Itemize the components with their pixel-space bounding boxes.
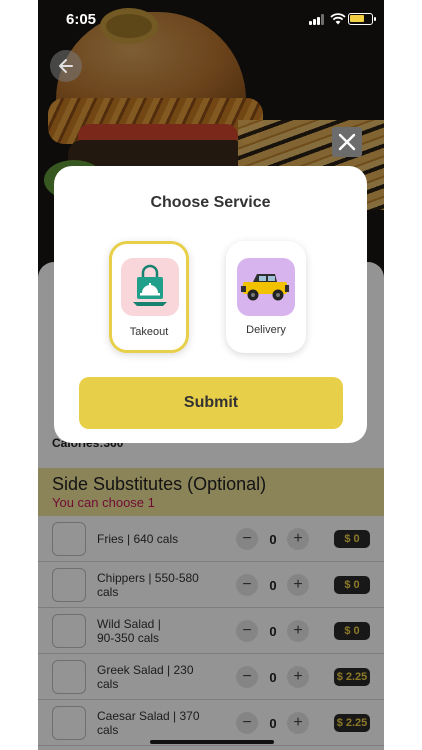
status-time: 6:05 xyxy=(66,11,97,28)
delivery-icon-box xyxy=(237,258,295,316)
signal-icon xyxy=(309,14,325,25)
option-delivery[interactable]: Delivery xyxy=(226,241,306,353)
option-takeout[interactable]: Takeout xyxy=(109,241,189,353)
battery-icon xyxy=(348,13,376,25)
status-bar: 6:05 xyxy=(38,0,384,40)
wifi-icon xyxy=(330,13,346,25)
submit-button[interactable]: Submit xyxy=(79,377,343,429)
takeout-label: Takeout xyxy=(129,326,169,338)
app-screen: Calories:360 Side Substitutes (Optional)… xyxy=(38,0,384,750)
takeout-icon-box xyxy=(121,258,179,316)
close-icon xyxy=(338,133,356,151)
modal-title: Choose Service xyxy=(150,194,271,211)
back-button[interactable] xyxy=(50,50,82,82)
delivery-label: Delivery xyxy=(246,324,286,336)
close-button[interactable] xyxy=(332,127,362,157)
arrow-left-icon xyxy=(59,59,73,73)
jeep-icon xyxy=(241,274,289,301)
home-indicator xyxy=(150,740,274,744)
takeout-bag-icon xyxy=(133,264,167,306)
choose-service-modal: Choose Service Takeout Delivery Submit xyxy=(54,166,367,443)
